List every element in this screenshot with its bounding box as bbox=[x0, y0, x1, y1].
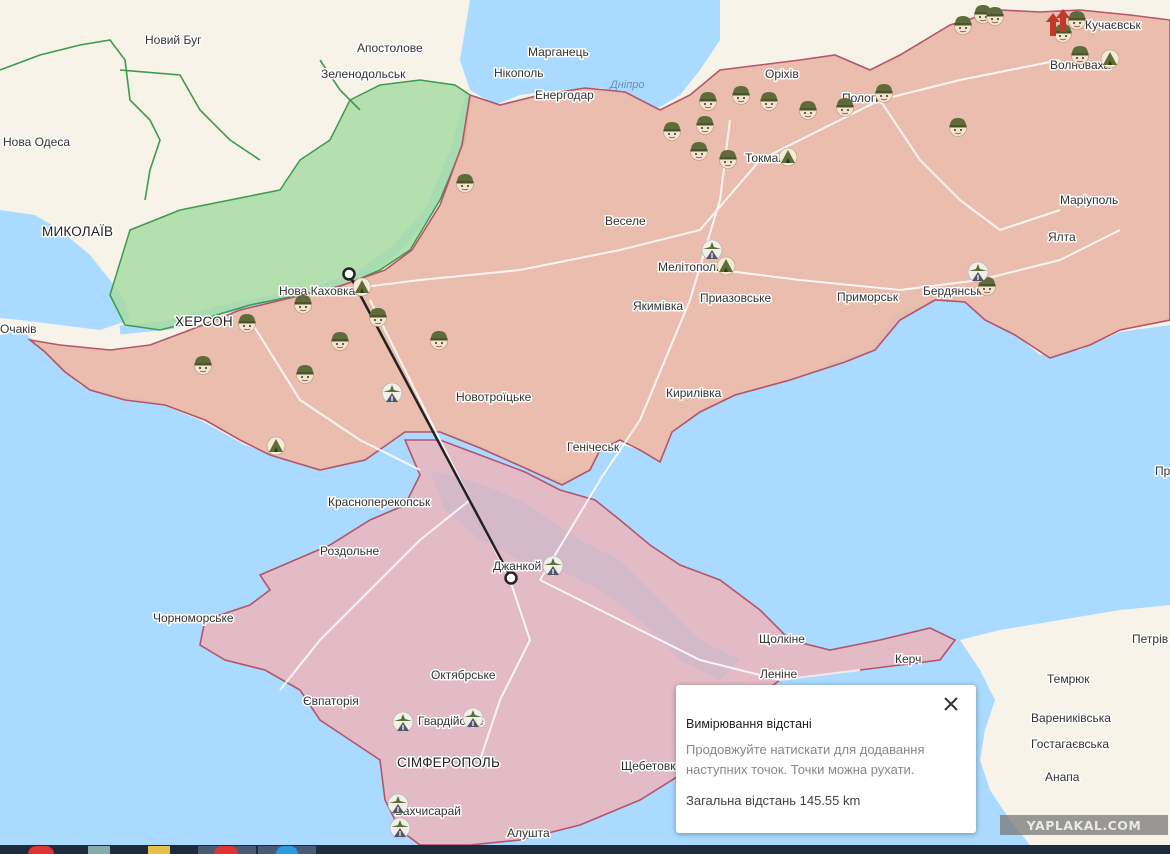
soldier-helmet-icon[interactable] bbox=[690, 141, 708, 161]
label-nova-kakhovka: Нова Каховка bbox=[279, 284, 356, 298]
soldier-helmet-icon[interactable] bbox=[238, 313, 256, 333]
label-melitopol: Мелітополь bbox=[658, 260, 722, 274]
label-novotroitske: Новотроїцьке bbox=[456, 390, 532, 404]
soldier-helmet-icon[interactable] bbox=[331, 331, 349, 351]
label-kyrylivka: Кирилівка bbox=[666, 386, 722, 400]
airfield-icon[interactable] bbox=[389, 817, 411, 839]
label-nova-buh: Новий Буг bbox=[145, 33, 202, 47]
measurement-end-point[interactable] bbox=[504, 571, 518, 585]
soldier-helmet-icon[interactable] bbox=[799, 100, 817, 120]
measurement-start-point[interactable] bbox=[342, 267, 356, 281]
popup-title: Вимірювання відстані bbox=[686, 717, 812, 731]
label-prymorsk: Приморськ bbox=[837, 290, 899, 304]
label-rozdolne: Роздольне bbox=[320, 544, 380, 558]
soldier-helmet-icon[interactable] bbox=[986, 6, 1004, 26]
label-nikopol: Нікополь bbox=[494, 66, 544, 80]
soldier-helmet-icon[interactable] bbox=[954, 15, 972, 35]
soldier-helmet-icon[interactable] bbox=[949, 117, 967, 137]
label-yevpatoriia: Євпаторія bbox=[303, 694, 359, 708]
label-mariupol: Маріуполь bbox=[1060, 193, 1118, 207]
label-hostahaievska: Гостагаєвська bbox=[1031, 737, 1109, 751]
label-shcholkine: Щолкіне bbox=[759, 632, 805, 646]
airfield-icon[interactable] bbox=[701, 239, 723, 261]
military-tent-icon[interactable] bbox=[1100, 49, 1120, 69]
label-simferopol: СІМФЕРОПОЛЬ bbox=[397, 755, 500, 770]
soldier-helmet-icon[interactable] bbox=[456, 173, 474, 193]
label-ochakiv: Очаків bbox=[0, 322, 37, 336]
label-temriuk: Темрюк bbox=[1047, 672, 1090, 686]
label-orikhiv: Оріхів bbox=[765, 67, 799, 81]
taskbar-app-icon[interactable] bbox=[148, 846, 170, 854]
taskbar-app-icon[interactable] bbox=[276, 846, 298, 854]
taskbar-app-icon[interactable] bbox=[88, 846, 110, 854]
airfield-icon[interactable] bbox=[542, 555, 564, 577]
label-tokmak: Токмак bbox=[745, 151, 784, 165]
soldier-helmet-icon[interactable] bbox=[663, 121, 681, 141]
airfield-icon[interactable] bbox=[967, 261, 989, 283]
map-canvas[interactable]: Новий Буг Апостолове Марганець Зеленодол… bbox=[0, 0, 1170, 845]
soldier-helmet-icon[interactable] bbox=[696, 115, 714, 135]
label-dzhankoi: Джанкой bbox=[493, 559, 541, 573]
taskbar-app-icon[interactable] bbox=[214, 846, 238, 854]
soldier-helmet-icon[interactable] bbox=[699, 91, 717, 111]
label-petrivska: Петрів bbox=[1132, 632, 1168, 646]
label-pry: При bbox=[1155, 464, 1170, 478]
distance-measure-popup: Вимірювання відстані Продовжуйте натиска… bbox=[676, 685, 976, 833]
soldier-helmet-icon[interactable] bbox=[719, 149, 737, 169]
close-icon[interactable] bbox=[940, 693, 962, 715]
label-dnipro: Дніпро bbox=[608, 79, 645, 91]
military-tent-icon[interactable] bbox=[778, 147, 798, 167]
soldier-helmet-icon[interactable] bbox=[430, 330, 448, 350]
label-yalta: Ялта bbox=[1048, 230, 1076, 244]
soldier-helmet-icon[interactable] bbox=[294, 294, 312, 314]
soldier-helmet-icon[interactable] bbox=[875, 83, 893, 103]
military-tent-icon[interactable] bbox=[266, 436, 286, 456]
label-shchebetovka: Щебетовка bbox=[621, 759, 683, 773]
soldier-helmet-icon[interactable] bbox=[369, 307, 387, 327]
label-alushta: Алушта bbox=[507, 826, 550, 840]
popup-hint: Продовжуйте натискати для додавання наст… bbox=[686, 742, 925, 777]
label-kuchaevsk: Кучаєвськ bbox=[1085, 18, 1142, 32]
label-kerch: Керч bbox=[895, 652, 921, 666]
airfield-icon[interactable] bbox=[462, 707, 484, 729]
soldier-helmet-icon[interactable] bbox=[296, 364, 314, 384]
label-kherson: ХЕРСОН bbox=[175, 314, 233, 329]
os-taskbar bbox=[0, 845, 1170, 854]
airfield-icon[interactable] bbox=[381, 382, 403, 404]
label-henichesk: Генічеськ bbox=[567, 440, 620, 454]
label-enerhodar: Енергодар bbox=[535, 88, 594, 102]
military-tent-icon[interactable] bbox=[716, 256, 736, 276]
label-mykolaiv: МИКОЛАЇВ bbox=[42, 224, 113, 239]
airfield-icon[interactable] bbox=[387, 793, 409, 815]
close-icon-glyph bbox=[944, 697, 958, 711]
label-apostolove: Апостолове bbox=[357, 41, 423, 55]
airfield-icon[interactable] bbox=[392, 711, 414, 733]
label-nova-odesa: Нова Одеса bbox=[3, 135, 70, 149]
label-anapa: Анапа bbox=[1045, 770, 1080, 784]
watermark: YAPLAKAL.COM bbox=[1000, 815, 1168, 835]
soldier-helmet-icon[interactable] bbox=[194, 355, 212, 375]
taskbar-app-icon[interactable] bbox=[28, 846, 54, 854]
label-varenykivska: Варениківська bbox=[1031, 711, 1111, 725]
label-chornomorske: Чорноморське bbox=[153, 611, 234, 625]
label-oktiabrske: Октябрське bbox=[431, 668, 496, 682]
label-berdiansk: Бердянськ bbox=[923, 284, 982, 298]
soldier-helmet-icon[interactable] bbox=[1068, 10, 1086, 30]
label-lenine: Леніне bbox=[760, 667, 797, 681]
label-zelenodolsk: Зеленодольськ bbox=[321, 67, 406, 81]
soldier-helmet-icon[interactable] bbox=[732, 85, 750, 105]
total-distance: Загальна відстань 145.55 km bbox=[686, 793, 861, 808]
label-yakymivka: Якимівка bbox=[633, 299, 683, 313]
soldier-helmet-icon[interactable] bbox=[1071, 45, 1089, 65]
military-tent-icon[interactable] bbox=[352, 277, 372, 297]
label-krasnoperekopsk: Красноперекопськ bbox=[328, 495, 431, 509]
label-marhanets: Марганець bbox=[528, 45, 589, 59]
label-pryazovske: Приазовське bbox=[700, 291, 771, 305]
soldier-helmet-icon[interactable] bbox=[836, 97, 854, 117]
soldier-helmet-icon[interactable] bbox=[760, 91, 778, 111]
label-vesele: Веселе bbox=[605, 214, 646, 228]
